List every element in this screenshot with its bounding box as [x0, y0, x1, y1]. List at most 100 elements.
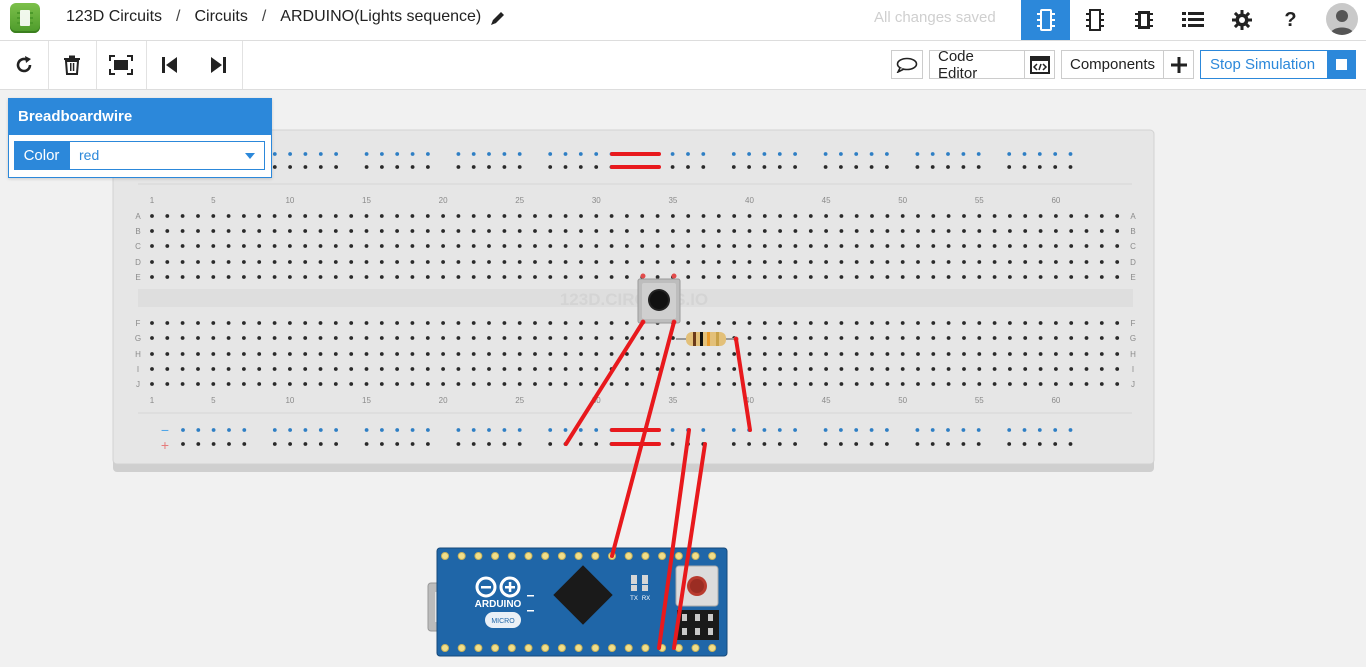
- editor-toolbar: Code Editor Components Stop Simulation: [0, 41, 1366, 90]
- row-label: F: [1131, 319, 1136, 328]
- header-pin: [491, 644, 500, 652]
- fit-to-screen-button[interactable]: [96, 41, 147, 89]
- header-pin: [457, 552, 466, 560]
- column-number: 55: [975, 396, 984, 405]
- header-pin: [674, 552, 683, 560]
- row-label: G: [1130, 334, 1136, 343]
- list-view-button[interactable]: [1168, 0, 1217, 40]
- step-forward-button[interactable]: [194, 41, 243, 89]
- stop-simulation-label: Stop Simulation: [1210, 56, 1316, 73]
- pushbutton[interactable]: [637, 273, 681, 325]
- column-number: 15: [362, 396, 371, 405]
- header-pin: [691, 644, 700, 652]
- header-pin: [524, 644, 533, 652]
- schematic-view-button[interactable]: [1070, 0, 1119, 40]
- row-label: J: [1131, 380, 1135, 389]
- pcb-view-button[interactable]: [1119, 0, 1168, 40]
- step-back-button[interactable]: [146, 41, 194, 89]
- components-button[interactable]: Components: [1061, 50, 1194, 79]
- row-label: A: [135, 212, 141, 221]
- header-pin: [624, 552, 633, 560]
- header-pin: [591, 644, 600, 652]
- step-back-icon: [162, 57, 177, 73]
- header-pin: [608, 644, 616, 652]
- column-number: 25: [515, 196, 524, 205]
- rotate-icon: [16, 56, 32, 73]
- column-number: 10: [285, 196, 294, 205]
- column-number: 55: [975, 196, 984, 205]
- project-title[interactable]: ARDUINO(Lights sequence): [280, 8, 481, 26]
- header-pin: [641, 644, 650, 652]
- rail-minus-label: −: [161, 422, 169, 438]
- breadcrumb: 123D Circuits / Circuits / ARDUINO(Lights se…: [66, 8, 481, 26]
- header-pin: [624, 644, 633, 652]
- column-number: 50: [898, 196, 907, 205]
- header-pin: [591, 552, 600, 560]
- tx-label: TX: [630, 596, 638, 602]
- annotate-button[interactable]: [891, 50, 923, 79]
- top-bar: 123D Circuits / Circuits / ARDUINO(Lights se…: [0, 0, 1366, 41]
- save-status: All changes saved: [874, 9, 996, 26]
- code-editor-label: Code Editor: [938, 47, 978, 82]
- code-editor-button[interactable]: Code Editor: [929, 47, 1055, 82]
- step-forward-icon: [211, 57, 226, 73]
- header-pin: [507, 644, 516, 652]
- column-number: 35: [668, 396, 677, 405]
- column-number: 5: [211, 196, 216, 205]
- color-select[interactable]: red: [69, 141, 265, 170]
- header-pin: [708, 644, 717, 652]
- settings-button[interactable]: [1217, 0, 1266, 40]
- column-number: 1: [150, 196, 155, 205]
- column-number: 10: [285, 396, 294, 405]
- code-icon: [1024, 51, 1054, 78]
- header-pin: [658, 552, 667, 560]
- row-label: D: [135, 258, 141, 267]
- avatar[interactable]: [1326, 3, 1358, 35]
- header-pin: [557, 644, 566, 652]
- header-pin: [474, 644, 483, 652]
- rotate-button[interactable]: [0, 41, 49, 89]
- column-number: 20: [439, 196, 448, 205]
- header-pin: [557, 552, 566, 560]
- delete-button[interactable]: [48, 41, 97, 89]
- wire-inspector-panel: Breadboardwire Color red: [8, 98, 272, 178]
- breadboard-view-icon: [1036, 9, 1055, 31]
- header-pin: [708, 552, 717, 560]
- column-number: 15: [362, 196, 371, 205]
- header-pin: [457, 644, 466, 652]
- row-label: B: [135, 227, 140, 236]
- stop-simulation-button[interactable]: Stop Simulation: [1200, 50, 1356, 79]
- breadcrumb-circuits[interactable]: Circuits: [194, 8, 247, 26]
- app-logo-icon[interactable]: [10, 3, 40, 33]
- column-number: 60: [1051, 396, 1060, 405]
- header-pin: [441, 552, 449, 560]
- edit-title-pencil-icon[interactable]: [489, 9, 507, 32]
- column-number: 1: [150, 396, 155, 405]
- row-label: I: [137, 365, 139, 374]
- stop-icon: [1327, 51, 1355, 78]
- speech-bubble-icon: [896, 57, 918, 73]
- header-pin: [524, 552, 533, 560]
- row-label: F: [136, 319, 141, 328]
- row-label: G: [135, 334, 141, 343]
- help-button[interactable]: ?: [1266, 0, 1315, 40]
- breadboard-view-button[interactable]: [1021, 0, 1070, 40]
- fit-to-screen-icon: [109, 55, 133, 75]
- row-label: C: [135, 242, 141, 251]
- row-label: D: [1130, 258, 1136, 267]
- row-label: H: [135, 350, 141, 359]
- list-view-icon: [1181, 12, 1204, 27]
- column-number: 45: [822, 396, 831, 405]
- header-pin: [574, 644, 583, 652]
- pcb-view-icon: [1134, 11, 1153, 29]
- breadcrumb-app[interactable]: 123D Circuits: [66, 8, 162, 26]
- column-number: 20: [439, 396, 448, 405]
- header-pin: [574, 552, 583, 560]
- header-pin: [474, 552, 483, 560]
- column-number: 35: [668, 196, 677, 205]
- header-pin: [641, 552, 650, 560]
- settings-icon: [1231, 10, 1252, 30]
- header-pin: [541, 644, 550, 652]
- row-label: B: [1130, 227, 1135, 236]
- rail-plus-label: +: [161, 437, 169, 453]
